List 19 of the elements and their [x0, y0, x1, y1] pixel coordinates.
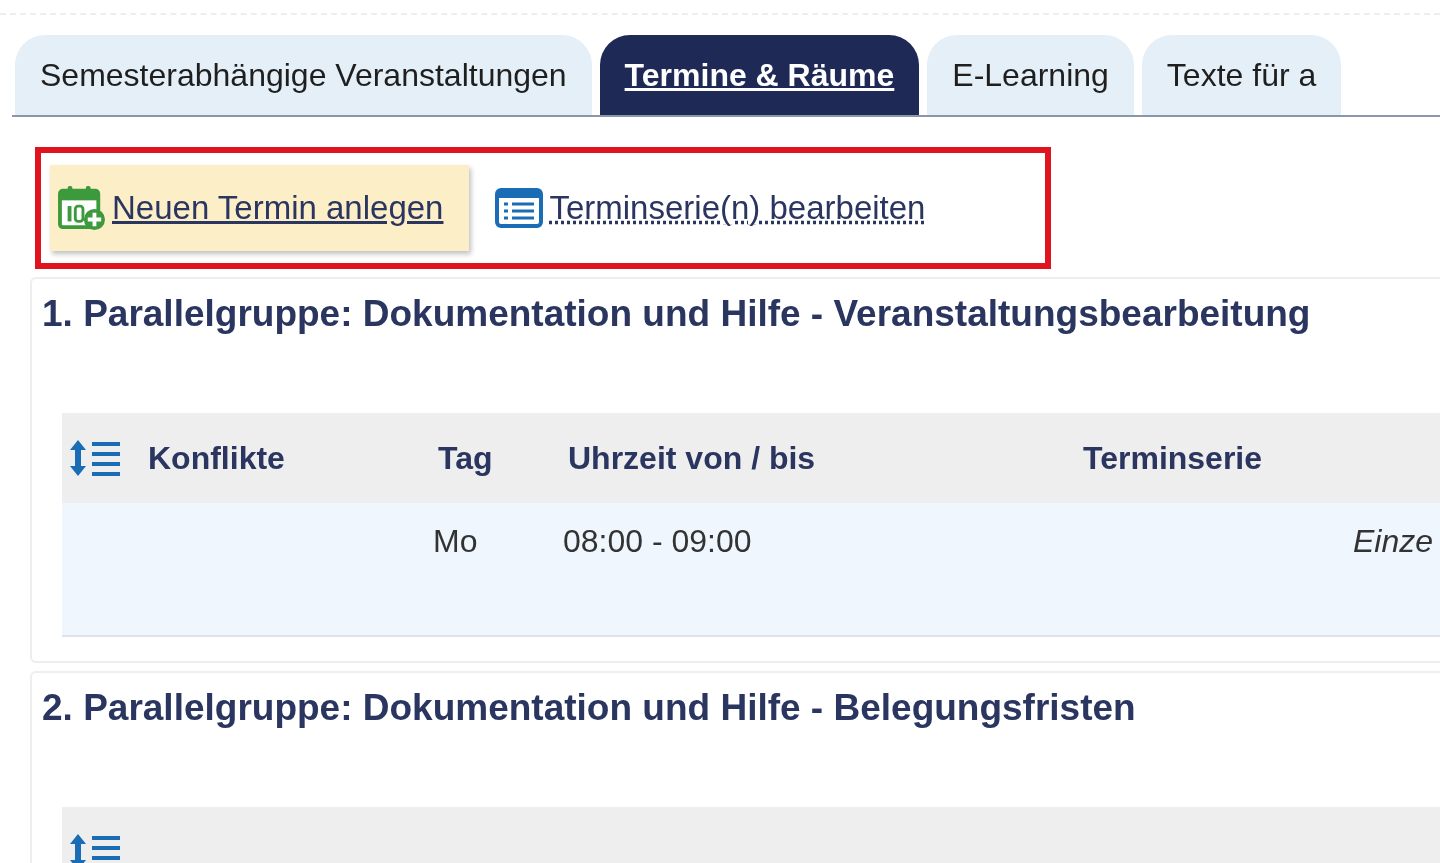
group-title: 1. Parallelgruppe: Dokumentation und Hilfe - Veranstaltungsbearbeitung	[42, 293, 1312, 335]
column-header: Konflikte	[148, 439, 285, 476]
column-header: Uhrzeit von / bis	[568, 439, 816, 476]
tab[interactable]: Semesterabhängige Veranstaltungen	[15, 35, 592, 115]
sort-icon[interactable]	[68, 832, 122, 863]
column-header: Tag	[438, 439, 493, 476]
column-header: Terminserie	[1083, 439, 1263, 476]
table-cell: Mo	[433, 523, 478, 559]
group-title: 2. Parallelgruppe: Dokumentation und Hilfe - Belegungsfristen	[42, 687, 1137, 729]
tab[interactable]: Termine & Räume	[599, 35, 920, 115]
calendar-add-icon	[58, 185, 106, 231]
toolbar-link[interactable]: Terminserie(n) bearbeiten	[487, 165, 952, 251]
tab[interactable]: E-Learning	[927, 35, 1134, 115]
list-icon	[495, 185, 544, 231]
tab[interactable]: Texte für a	[1141, 35, 1342, 115]
toolbar-link[interactable]: Neuen Termin anlegen	[50, 165, 470, 251]
table-cell: 08:00 - 09:00	[563, 523, 752, 559]
sort-icon[interactable]	[68, 438, 122, 478]
table-cell: Einze	[1353, 523, 1434, 559]
